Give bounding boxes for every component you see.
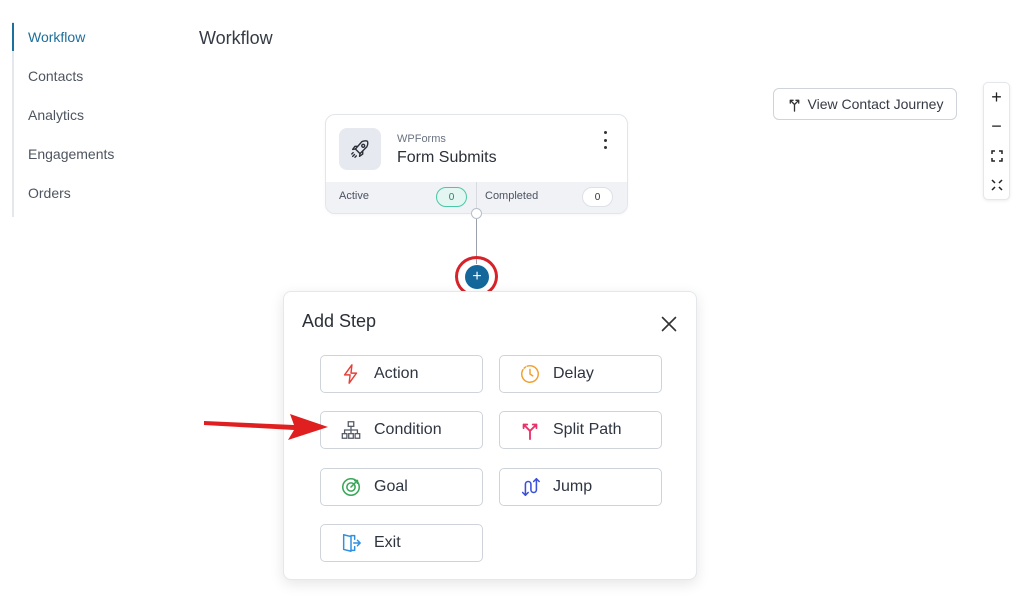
sidebar-item-orders[interactable]: Orders xyxy=(14,178,162,217)
view-contact-journey-button[interactable]: View Contact Journey xyxy=(773,88,957,120)
zoom-in-button[interactable]: + xyxy=(984,83,1009,112)
zoom-controls: + − xyxy=(983,82,1010,200)
action-option-label: Action xyxy=(374,365,419,382)
trigger-icon-box xyxy=(339,128,381,170)
completed-stat: Completed 0 xyxy=(477,182,627,213)
close-icon xyxy=(661,316,677,332)
annotation-arrow-icon xyxy=(204,414,328,440)
exit-door-icon xyxy=(342,534,361,552)
page-title: Workflow xyxy=(199,28,273,48)
action-option-button[interactable]: Action xyxy=(320,355,483,393)
split-path-option-button[interactable]: Split Path xyxy=(499,411,662,449)
clock-icon xyxy=(521,365,539,383)
split-branch-icon xyxy=(789,99,799,112)
zoom-out-button[interactable]: − xyxy=(984,112,1009,141)
fullscreen-button[interactable] xyxy=(984,170,1009,199)
sidebar: Workflow Contacts Analytics Engagements … xyxy=(12,22,162,217)
node-menu-button[interactable] xyxy=(601,131,609,149)
goal-option-button[interactable]: Goal xyxy=(320,468,483,506)
view-contact-journey-label: View Contact Journey xyxy=(807,96,944,112)
exit-option-label: Exit xyxy=(374,534,401,551)
fit-view-icon xyxy=(990,149,1003,162)
sidebar-item-analytics[interactable]: Analytics xyxy=(14,100,162,139)
add-step-button[interactable]: + xyxy=(465,265,489,289)
active-label: Active xyxy=(339,190,369,202)
node-output-handle[interactable] xyxy=(471,208,482,219)
delay-option-label: Delay xyxy=(553,365,594,382)
split-path-icon xyxy=(522,423,538,441)
close-button[interactable] xyxy=(659,314,679,334)
active-stat: Active 0 xyxy=(326,182,477,213)
sidebar-item-engagements[interactable]: Engagements xyxy=(14,139,162,178)
trigger-source: WPForms xyxy=(397,133,446,145)
goal-option-label: Goal xyxy=(374,478,408,495)
trigger-title: Form Submits xyxy=(397,149,497,166)
target-icon xyxy=(341,477,361,497)
modal-title: Add Step xyxy=(302,311,377,331)
completed-count-badge: 0 xyxy=(582,187,613,207)
rocket-icon xyxy=(351,140,369,158)
trigger-node-card[interactable]: WPForms Form Submits Active 0 Completed … xyxy=(325,114,628,214)
fit-view-button[interactable] xyxy=(984,141,1009,170)
jump-option-button[interactable]: Jump xyxy=(499,468,662,506)
split-path-option-label: Split Path xyxy=(553,421,622,438)
condition-option-button[interactable]: Condition xyxy=(320,411,483,449)
sidebar-item-contacts[interactable]: Contacts xyxy=(14,61,162,100)
jump-icon xyxy=(521,477,540,497)
delay-option-button[interactable]: Delay xyxy=(499,355,662,393)
hierarchy-icon xyxy=(341,421,361,439)
condition-option-label: Condition xyxy=(374,421,442,438)
fullscreen-icon xyxy=(990,178,1003,191)
jump-option-label: Jump xyxy=(553,478,593,495)
completed-label: Completed xyxy=(485,190,539,202)
lightning-icon xyxy=(343,364,358,384)
exit-option-button[interactable]: Exit xyxy=(320,524,483,562)
add-step-modal: Add Step Action Delay Condition Split Pa… xyxy=(283,291,697,580)
sidebar-item-workflow[interactable]: Workflow xyxy=(12,22,162,61)
active-count-badge: 0 xyxy=(436,187,467,207)
